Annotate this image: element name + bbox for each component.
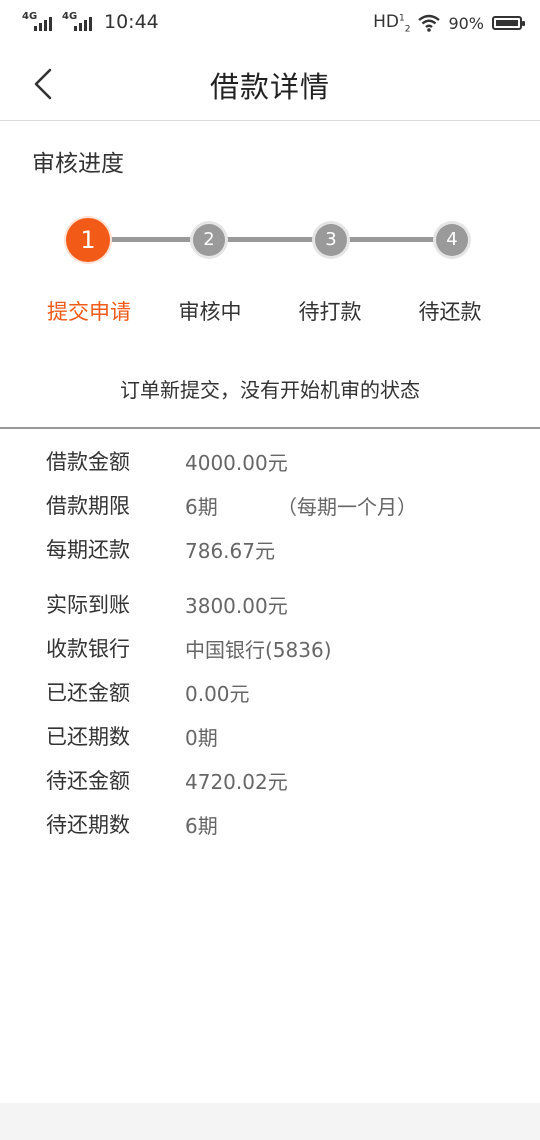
page-title: 借款详情 [209,70,330,104]
wifi-icon [418,14,441,32]
step-labels: 提交申请 审核中 待打款 待还款 [0,296,540,332]
detail-row: 收款银行 中国银行(5836) [46,629,516,673]
step-3-label: 待打款 [298,300,362,324]
detail-label: 已还金额 [46,681,130,705]
section-divider [0,427,540,429]
detail-value: 6期 [185,814,218,838]
detail-label: 借款期限 [46,494,130,518]
status-bar: 4G 4G 10:44 HD12 90% [0,0,540,48]
step-connector [344,237,448,242]
detail-value: 0期 [185,726,218,750]
step-4-label: 待还款 [418,300,482,324]
bottom-band [0,1103,540,1140]
step-2-indicator: 2 [193,224,225,256]
detail-row: 待还金额 4720.02元 [46,761,516,805]
step-1-label: 提交申请 [47,300,131,324]
detail-value: 0.00元 [185,682,250,706]
detail-value: 中国银行(5836) [185,638,332,662]
detail-row: 待还期数 6期 [46,805,516,849]
detail-row: 借款金额 4000.00元 [46,442,516,486]
hd-indicator: HD12 [373,12,411,35]
status-left: 4G 4G 10:44 [22,11,159,33]
signal-icon: 4G [62,11,96,33]
step-connector [224,237,328,242]
detail-row: 已还期数 0期 [46,717,516,761]
detail-value: 4000.00元 [185,451,288,475]
battery-icon [492,16,525,31]
clock: 10:44 [104,11,159,33]
signal-icon: 4G [22,11,56,33]
review-status-text: 订单新提交，没有开始机审的状态 [120,378,420,402]
detail-row: 每期还款 786.67元 [46,530,516,574]
status-right: HD12 90% [373,12,525,35]
detail-label: 借款金额 [46,450,130,474]
detail-label: 实际到账 [46,593,130,617]
detail-value: 786.67元 [185,539,275,563]
detail-note: （每期一个月） [277,495,417,519]
detail-row: 已还金额 0.00元 [46,673,516,717]
detail-value: 3800.00元 [185,594,288,618]
detail-label: 每期还款 [46,538,130,562]
step-4-indicator: 4 [436,224,468,256]
step-2-label: 审核中 [178,300,242,324]
detail-label: 待还期数 [46,813,130,837]
battery-percent: 90% [448,13,484,33]
detail-label: 已还期数 [46,725,130,749]
nav-bar: 借款详情 [0,48,540,121]
detail-row: 借款期限 6期 （每期一个月） [46,486,516,530]
detail-row: 实际到账 3800.00元 [46,585,516,629]
progress-stepper: 1 2 3 4 [0,210,540,270]
step-3-indicator: 3 [315,224,347,256]
detail-label: 待还金额 [46,769,130,793]
step-1-indicator: 1 [66,218,110,262]
detail-value: 6期 [185,495,218,519]
progress-section-title: 审核进度 [32,151,124,177]
detail-value: 4720.02元 [185,770,288,794]
loan-details: 借款金额 4000.00元 借款期限 6期 （每期一个月） 每期还款 786.6… [46,442,516,849]
detail-label: 收款银行 [46,637,130,661]
